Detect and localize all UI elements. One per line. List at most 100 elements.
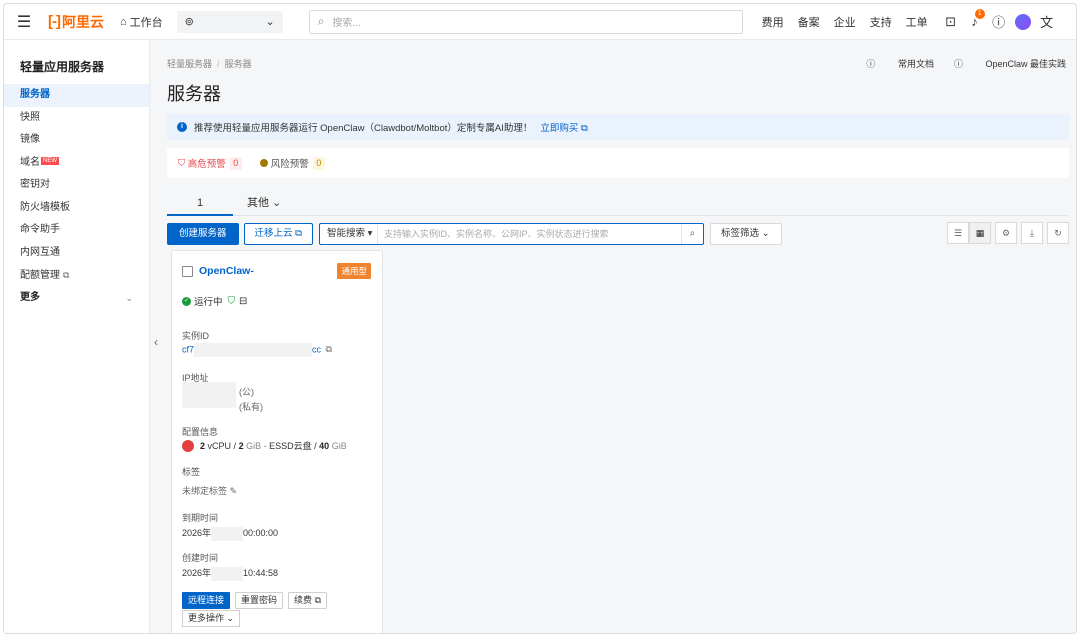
avatar-icon[interactable] [1011, 13, 1035, 30]
external-link-icon: ⧉ [581, 123, 588, 134]
redacted-block [182, 382, 236, 408]
external-link-icon: ⧉ [314, 595, 321, 605]
help-icon[interactable]: ⓘ [987, 12, 1011, 31]
search-type-select[interactable]: 智能搜索 ▾ [320, 224, 378, 244]
copy-icon[interactable]: ⧉ [326, 344, 332, 354]
tag-filter-select[interactable]: 标签筛选 ⌄ [709, 223, 782, 245]
sidebar-item-command-assistant[interactable]: 命令助手 [4, 219, 149, 242]
translate-icon[interactable]: 文 [1035, 12, 1059, 31]
ip-private-tag: (私有) [239, 402, 263, 412]
doc-links: ⓘ 常用文档 ⓘ OpenClaw 最佳实践 [846, 57, 1066, 70]
top-link-billing[interactable]: 费用 [762, 14, 784, 30]
more-actions-dropdown[interactable]: 更多操作 ⌄ [182, 610, 241, 627]
sidebar-item-firewall-templates[interactable]: 防火墙模板 [4, 197, 149, 220]
search-icon[interactable]: ⌕ [680, 224, 703, 244]
instance-search-input[interactable]: 支持输入实例ID、实例名称、公网IP、实例状态进行搜索 [378, 224, 681, 244]
external-link-icon: ⧉ [295, 228, 302, 239]
search-type-label: 智能搜索 [326, 228, 365, 239]
instance-name-link[interactable]: OpenClaw- [199, 265, 254, 277]
sidebar-item-label: 内网互通 [20, 246, 60, 258]
migrate-button[interactable]: 迁移上云 ⧉ [243, 223, 313, 245]
instance-id-value: cf7 cc ⧉ [182, 343, 332, 357]
created-year: 2026年 [182, 568, 212, 578]
sidebar-collapse-button[interactable]: ‹ [150, 331, 162, 353]
sidebar-item-label: 快照 [20, 111, 40, 123]
risk-alert[interactable]: 风险预警 0 [259, 156, 325, 170]
top-navbar: ☰ [-] 阿里云 ⌂ 工作台 ⊚ ⌄ ⌕ 搜索... 费用 备案 企业 支持 … [4, 4, 1076, 40]
status-text: 运行中 [194, 297, 223, 308]
caret-down-icon: ▾ [367, 228, 373, 239]
high-risk-alert[interactable]: ⛉ 高危预警 0 [178, 156, 242, 170]
region-selector[interactable]: ⊚ ⌄ [176, 10, 283, 33]
top-link-support[interactable]: 支持 [870, 14, 892, 30]
disk-type: ESSD云盘 / [269, 441, 317, 451]
security-shield-icon[interactable]: ⛉ [228, 296, 236, 307]
tab-other[interactable]: 其他 ⌄ [247, 190, 281, 216]
create-server-button[interactable]: 创建服务器 [167, 223, 239, 245]
tab-region-1[interactable]: 1 [167, 190, 233, 216]
notification-badge: 1 [974, 9, 985, 19]
chevron-down-icon: ⌄ [272, 197, 282, 209]
info-icon: i [177, 122, 187, 132]
risk-label: 风险预警 [270, 159, 309, 170]
buy-now-link[interactable]: 立即购买 ⧉ [540, 120, 587, 134]
chevron-down-icon: ⌄ [226, 613, 235, 623]
config-value: 2 vCPU / 2 GiB - ESSD云盘 / 40 GiB [182, 439, 347, 452]
global-search-input[interactable]: ⌕ 搜索... [308, 9, 743, 34]
card-actions: 远程连接 重置密码 续费 ⧉ [182, 592, 332, 609]
sidebar-item-label: 密钥对 [20, 179, 50, 190]
expire-year: 2026年 [182, 528, 212, 538]
settings-icon[interactable]: ⚙ [995, 222, 1017, 244]
view-controls: ☰ ▦ ⚙ ⤓ ↻ [943, 222, 1069, 244]
edit-icon[interactable]: ✎ [230, 486, 238, 496]
page-title: 服务器 [167, 84, 221, 104]
top-link-ticket[interactable]: 工单 [906, 14, 928, 30]
best-practice-link[interactable]: ⓘ OpenClaw 最佳实践 [954, 57, 1066, 70]
menu-icon[interactable]: ☰ [4, 4, 44, 40]
bell-icon[interactable]: ♪ 1 [963, 9, 987, 29]
sidebar-item-images[interactable]: 镜像 [4, 129, 149, 152]
remote-connect-button[interactable]: 远程连接 [182, 592, 231, 609]
shield-icon: ⛉ [178, 157, 186, 169]
redacted-block [211, 566, 244, 581]
external-link-icon: ⧉ [63, 270, 70, 280]
sidebar-item-quota[interactable]: 配额管理 ⧉ [4, 264, 149, 287]
grid-view-icon[interactable]: ▦ [969, 222, 991, 244]
sidebar-item-servers[interactable]: 服务器 [4, 84, 149, 107]
created-time: 10:44:58 [243, 568, 279, 578]
sidebar-item-domains[interactable]: 域名 NEW [4, 152, 149, 175]
tab-other-label: 其他 [247, 197, 269, 209]
list-view-icon[interactable]: ☰ [947, 222, 969, 244]
sidebar-item-intranet[interactable]: 内网互通 [4, 242, 149, 265]
instance-status: ✓ 运行中 ⛉ ⊟ [182, 294, 247, 308]
sidebar-item-keypairs[interactable]: 密钥对 [4, 174, 149, 197]
main-content: 轻量服务器 / 服务器 ⓘ 常用文档 ⓘ OpenClaw 最佳实践 服务器 i 推… [166, 40, 1076, 633]
instance-search: 智能搜索 ▾ 支持输入实例ID、实例名称、公网IP、实例状态进行搜索 ⌕ [318, 223, 704, 245]
monitor-icon[interactable]: ⊟ [239, 296, 247, 307]
breadcrumb-separator: / [217, 59, 220, 69]
warning-icon [259, 159, 268, 167]
docs-link[interactable]: ⓘ 常用文档 [866, 57, 934, 70]
alerts-bar: ⛉ 高危预警 0 风险预警 0 [167, 148, 1069, 178]
breadcrumb-item[interactable]: 轻量服务器 [167, 59, 212, 69]
disk-size: 40 [319, 440, 330, 451]
top-link-icp[interactable]: 备案 [798, 14, 820, 30]
sidebar-item-snapshots[interactable]: 快照 [4, 107, 149, 130]
mem-unit: GiB - [246, 440, 267, 451]
aliyun-logo[interactable]: [-] 阿里云 [48, 12, 104, 32]
select-checkbox[interactable] [182, 265, 193, 277]
terminal-icon[interactable]: ⊡ [939, 14, 963, 30]
redacted-block [194, 343, 313, 357]
top-link-enterprise[interactable]: 企业 [834, 14, 856, 30]
promo-notice: i 推荐使用轻量应用服务器运行 OpenClaw（Clawdbot/Moltbo… [167, 114, 1069, 140]
sidebar-item-more[interactable]: 更多 ⌄ [4, 287, 149, 310]
refresh-icon[interactable]: ↻ [1047, 222, 1069, 244]
card-header: OpenClaw- [182, 265, 254, 277]
created-label: 创建时间 [182, 553, 219, 563]
instance-card: OpenClaw- 通用型 ✓ 运行中 ⛉ ⊟ 实例ID cf7 cc ⧉ IP地… [171, 250, 383, 633]
workbench-label: 工作台 [129, 16, 163, 29]
download-icon[interactable]: ⤓ [1021, 222, 1043, 244]
reset-password-button[interactable]: 重置密码 [235, 592, 284, 609]
renew-button[interactable]: 续费 ⧉ [288, 592, 327, 609]
workbench-link[interactable]: ⌂ 工作台 [120, 14, 163, 30]
